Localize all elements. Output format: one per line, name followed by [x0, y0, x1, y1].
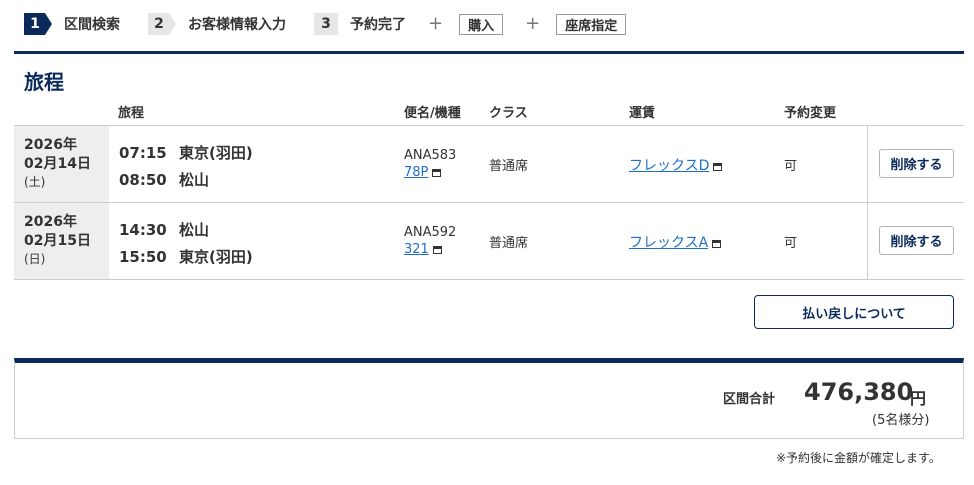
total-passenger-count: (5名様分) — [872, 413, 930, 428]
arrival-time: 15:50 — [119, 248, 167, 266]
flight-info: ANA583 78P — [404, 147, 456, 181]
date-year: 2026年 — [24, 214, 77, 230]
change-allowed: 可 — [784, 236, 798, 251]
date-day: 02月15日 — [24, 233, 91, 249]
fare-link[interactable]: フレックスD — [629, 158, 709, 174]
seat-class: 普通席 — [489, 159, 529, 174]
column-divider — [867, 126, 868, 202]
date-cell: 2026年 02月15日 (日) — [14, 203, 109, 279]
plus-icon: + — [428, 13, 444, 34]
section-title: 旅程 — [24, 70, 64, 94]
date-weekday: (土) — [24, 175, 46, 189]
step-1-number: 1 — [24, 13, 52, 35]
seat-class: 普通席 — [489, 236, 529, 251]
date-weekday: (日) — [24, 252, 46, 266]
new-window-icon — [432, 246, 442, 254]
change-allowed: 可 — [784, 159, 798, 174]
fare-cell: フレックスD — [629, 155, 723, 175]
price-footnote: ※予約後に金額が確定します。 — [776, 451, 941, 465]
delete-button[interactable]: 削除する — [879, 226, 954, 255]
departure-time: 07:15 — [119, 144, 167, 162]
step-1-label: 区間検索 — [64, 17, 120, 33]
arrival-line: 15:50 東京(羽田) — [119, 246, 253, 267]
step-3: 3 予約完了 — [314, 13, 406, 35]
total-currency: 円 — [910, 389, 927, 408]
step-seat-selection: 座席指定 — [556, 13, 627, 35]
progress-stepper: 1 区間検索 2 お客様情報入力 3 予約完了 + 購入 + 座席指定 — [24, 13, 627, 35]
flight-number: ANA583 — [404, 148, 457, 163]
step-1: 1 区間検索 — [24, 13, 120, 35]
column-header-fare: 運賃 — [629, 106, 656, 121]
arrival-time: 08:50 — [119, 171, 167, 189]
new-window-icon — [712, 240, 722, 248]
fare-cell: フレックスA — [629, 232, 722, 252]
table-row: 2026年 02月14日 (土) 07:15 東京(羽田) 08:50 松山 ANA… — [14, 125, 964, 202]
total-panel: 区間合計 476,380 円 (5名様分) — [14, 358, 964, 439]
date-day: 02月14日 — [24, 156, 91, 172]
refund-info-button[interactable]: 払い戻しについて — [754, 295, 954, 329]
column-header-class: クラス — [489, 106, 528, 121]
step-2-number: 2 — [148, 13, 176, 35]
aircraft-link[interactable]: 321 — [404, 242, 429, 257]
column-header-itinerary: 旅程 — [118, 106, 145, 121]
new-window-icon — [432, 169, 442, 177]
column-divider — [867, 203, 868, 279]
table-row: 2026年 02月15日 (日) 14:30 松山 15:50 東京(羽田) ANA… — [14, 202, 964, 280]
departure-airport: 松山 — [179, 221, 210, 239]
total-label: 区間合計 — [723, 392, 776, 407]
new-window-icon — [713, 163, 723, 171]
header-divider — [14, 51, 964, 54]
step-2: 2 お客様情報入力 — [148, 13, 286, 35]
arrival-line: 08:50 松山 — [119, 169, 209, 190]
plus-icon: + — [525, 13, 541, 34]
step-3-number: 3 — [314, 13, 338, 35]
step-2-label: お客様情報入力 — [188, 17, 286, 33]
arrival-airport: 松山 — [179, 171, 210, 189]
departure-line: 07:15 東京(羽田) — [119, 142, 253, 163]
date-cell: 2026年 02月14日 (土) — [14, 126, 109, 202]
flight-info: ANA592 321 — [404, 224, 456, 258]
departure-time: 14:30 — [119, 221, 167, 239]
departure-line: 14:30 松山 — [119, 219, 209, 240]
flight-number: ANA592 — [404, 225, 457, 240]
delete-button[interactable]: 削除する — [879, 149, 954, 178]
column-header-change: 予約変更 — [784, 106, 837, 121]
date-year: 2026年 — [24, 137, 77, 153]
fare-link[interactable]: フレックスA — [629, 235, 708, 251]
step-purchase: 購入 — [459, 13, 504, 35]
column-header-flight: 便名/機種 — [404, 106, 461, 121]
step-3-label: 予約完了 — [350, 17, 406, 33]
total-amount: 476,380 — [804, 378, 914, 406]
aircraft-link[interactable]: 78P — [404, 165, 428, 180]
departure-airport: 東京(羽田) — [179, 144, 253, 162]
arrival-airport: 東京(羽田) — [179, 248, 253, 266]
